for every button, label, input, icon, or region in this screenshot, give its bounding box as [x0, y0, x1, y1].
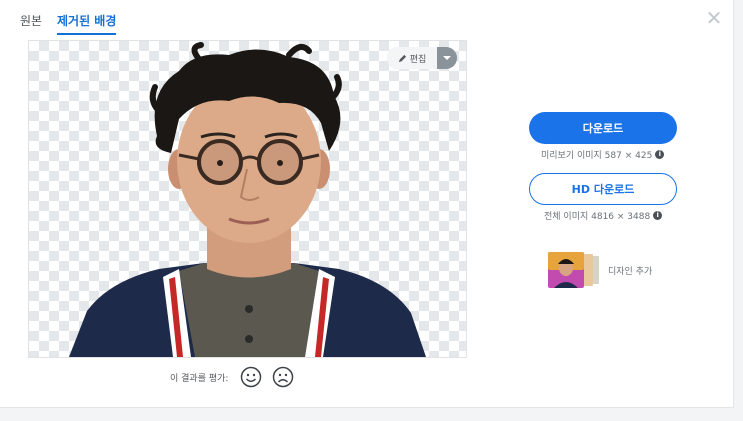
edit-label: 편집 — [409, 54, 427, 65]
design-thumbnails-icon — [548, 252, 599, 288]
preview-size-note: 미리보기 이미지 587 × 425 i — [541, 148, 665, 161]
add-design-label: 디자인 추가 — [608, 266, 653, 277]
tab-original[interactable]: 원본 — [20, 12, 42, 29]
download-button[interactable]: 다운로드 — [529, 112, 677, 144]
pencil-icon — [398, 54, 406, 62]
hd-download-button[interactable]: HD 다운로드 — [529, 173, 677, 205]
tab-removed-background[interactable]: 제거된 배경 — [57, 12, 117, 35]
preview-size-text: 미리보기 이미지 587 × 425 — [541, 151, 653, 161]
result-dialog: 원본 제거된 배경 ✕ 편집 다운로드 미리보기 이미지 587 × 425 i… — [0, 0, 734, 408]
chevron-down-icon — [443, 56, 451, 60]
edit-button-group: 편집 — [387, 47, 457, 69]
info-icon[interactable]: i — [653, 211, 663, 220]
add-design-button[interactable]: 디자인 추가 — [548, 252, 652, 288]
rating-bar: 이 결과를 평가: — [170, 365, 294, 389]
sad-face-icon[interactable] — [272, 366, 294, 388]
edit-button[interactable]: 편집 — [387, 47, 437, 69]
portrait-image — [69, 42, 426, 357]
rating-prompt: 이 결과를 평가: — [170, 373, 229, 384]
result-image-preview — [28, 40, 467, 358]
full-size-note: 전체 이미지 4816 × 3488 i — [544, 209, 663, 222]
full-size-text: 전체 이미지 4816 × 3488 — [544, 212, 651, 222]
info-icon[interactable]: i — [655, 150, 665, 159]
close-icon[interactable]: ✕ — [704, 8, 724, 28]
smiley-face-icon[interactable] — [240, 366, 262, 388]
